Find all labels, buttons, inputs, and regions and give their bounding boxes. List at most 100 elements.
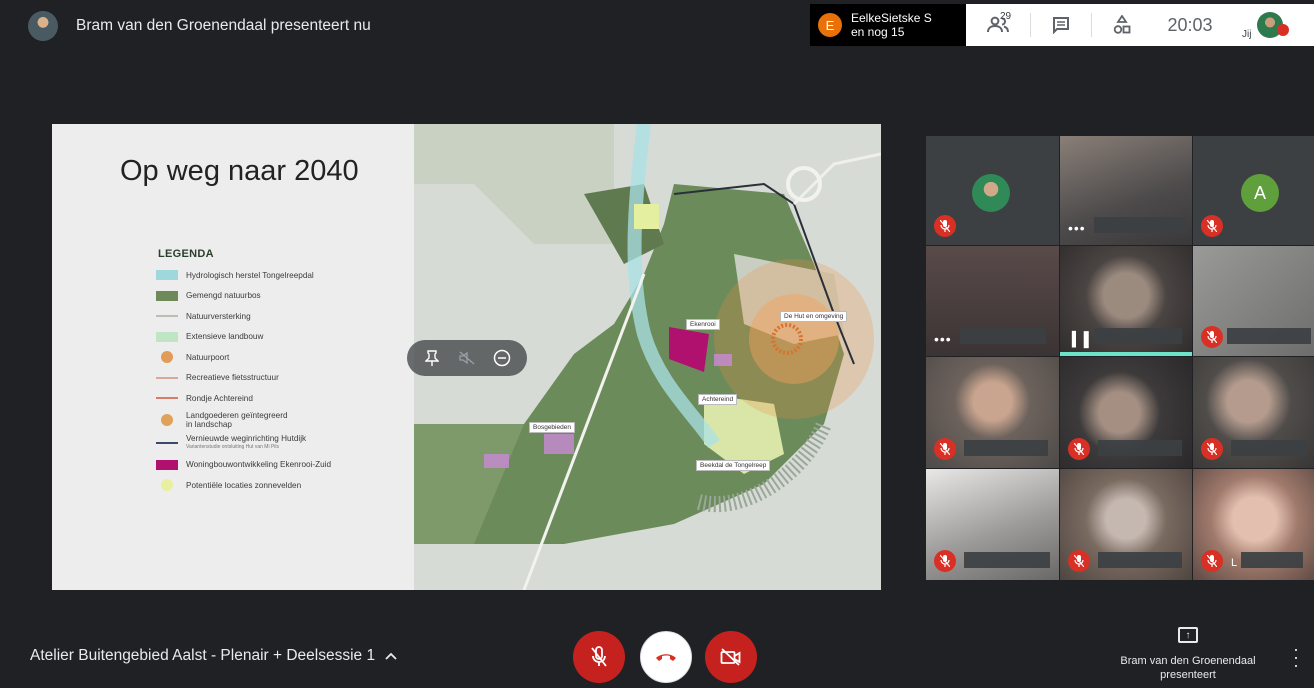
- participant-letter-avatar: A: [1241, 174, 1279, 212]
- participant-tile[interactable]: •••: [1060, 136, 1192, 245]
- notification-avatar: E: [818, 13, 842, 37]
- people-count: 29: [1000, 11, 1012, 22]
- participant-name-redacted: [1231, 440, 1307, 456]
- meeting-title: Atelier Buitengebied Aalst - Plenair + D…: [30, 647, 376, 664]
- self-label: Jij: [1242, 28, 1252, 40]
- legend-swatch: [156, 290, 178, 301]
- self-muted-icon: [1277, 24, 1290, 36]
- notification-line1: EelkeSietske S: [851, 11, 932, 25]
- notification-line2: en nog 15: [851, 25, 905, 39]
- legend-label-text: Extensieve landbouw: [186, 332, 264, 342]
- slide-title: Op weg naar 2040: [120, 155, 359, 187]
- participant-tile[interactable]: [926, 136, 1059, 245]
- map-label-bosgebieden: Bosgebieden: [529, 422, 575, 433]
- participant-name-redacted: [1098, 552, 1182, 568]
- mic-off-icon: [1201, 550, 1223, 572]
- legend-swatch: [161, 351, 173, 364]
- legend-label-text: Landgoederen geïntegreerd in landschap: [186, 411, 288, 429]
- legend-label: Woningbouwontwikkeling Ekenrooi-Zuid: [186, 460, 331, 469]
- mic-off-icon: [591, 646, 607, 667]
- participant-name-redacted: [1227, 328, 1311, 344]
- participant-tile[interactable]: ▍▌: [1060, 246, 1192, 356]
- present-screen-icon[interactable]: ↑: [1178, 627, 1198, 643]
- legend-label: Recreatieve fietsstructuur: [186, 373, 279, 382]
- participant-grid: ••• A ••• ▍▌ L: [926, 136, 1314, 580]
- participant-tile[interactable]: •••: [926, 246, 1059, 356]
- camera-toggle-button[interactable]: [705, 631, 757, 683]
- clock: 20:03: [1152, 4, 1228, 46]
- participant-tile[interactable]: A: [1193, 136, 1314, 245]
- legend-label: Vernieuwde weginrichting Hutdijk Variante…: [186, 434, 306, 452]
- legend-sublabel: Variantenstudie ontsluiting Hut van Mi P…: [186, 444, 280, 450]
- chat-button[interactable]: [1031, 4, 1091, 46]
- legend-label: Potentiële locaties zonnevelden: [186, 481, 301, 490]
- self-avatar-wrap: [1257, 12, 1290, 38]
- speaking-indicator: [1060, 352, 1192, 356]
- map-label-beekdal: Beekdal de Tongelreep: [696, 460, 771, 471]
- participant-name-redacted: [1098, 440, 1182, 456]
- mute-presentation-audio-button[interactable]: [456, 347, 478, 369]
- presenting-label[interactable]: Bram van den Groenendaal presenteert: [1106, 654, 1270, 682]
- legend-label-text: Potentiële locaties zonnevelden: [186, 480, 302, 490]
- participant-tile[interactable]: [1193, 357, 1314, 468]
- legend-swatch: [156, 315, 178, 318]
- speaking-icon: ▍▌: [1072, 331, 1095, 347]
- participant-tile[interactable]: [1060, 469, 1192, 580]
- remove-from-view-button[interactable]: [491, 347, 513, 369]
- legend-item: Extensieve landbouw: [156, 327, 416, 348]
- microphone-toggle-button[interactable]: [573, 631, 625, 683]
- participant-tile[interactable]: [926, 469, 1059, 580]
- mic-off-icon: [1068, 550, 1090, 572]
- legend-label-text: Woningbouwontwikkeling Ekenrooi-Zuid: [186, 460, 332, 470]
- more-dots-icon: •••: [1068, 220, 1086, 236]
- notification-text: EelkeSietske S en nog 15: [851, 11, 932, 39]
- legend-label: Gemengd natuurbos: [186, 291, 261, 300]
- legend-item: Landgoederen geïntegreerd in landschap: [156, 409, 416, 432]
- map-label-ekenrooi: Ekenrooi: [686, 319, 720, 330]
- activities-button[interactable]: [1092, 4, 1152, 46]
- participant-name-redacted: [1094, 328, 1182, 344]
- mic-off-icon: [1201, 438, 1223, 460]
- slide-legend-panel: Op weg naar 2040 LEGENDA Hydrologisch he…: [52, 124, 416, 590]
- legend-item: Rondje Achtereind: [156, 388, 416, 409]
- participant-tile[interactable]: [1060, 357, 1192, 468]
- presenter-header: Bram van den Groenendaal presenteert nu: [28, 8, 371, 44]
- camera-off-icon: [720, 648, 741, 666]
- legend-swatch: [156, 270, 178, 281]
- legend-label: Natuurversterking: [186, 312, 251, 321]
- clock-time: 20:03: [1167, 14, 1213, 35]
- legend-label: Natuurpoort: [186, 353, 229, 362]
- participant-tile[interactable]: [926, 357, 1059, 468]
- pin-button[interactable]: [421, 347, 443, 369]
- leave-call-button[interactable]: [640, 631, 692, 683]
- self-view[interactable]: Jij: [1228, 4, 1314, 46]
- mic-off-icon: [1201, 326, 1223, 348]
- people-button[interactable]: 29: [966, 4, 1030, 46]
- presenter-title: Bram van den Groenendaal presenteert nu: [76, 17, 371, 34]
- more-options-icon[interactable]: · · ·: [1290, 640, 1302, 674]
- participant-tile[interactable]: [1193, 246, 1314, 356]
- participant-name-redacted: [960, 328, 1046, 344]
- legend-label-text: Recreatieve fietsstructuur: [186, 373, 279, 383]
- legend-label: Extensieve landbouw: [186, 332, 263, 341]
- legend-swatch: [156, 442, 178, 444]
- legend-item: Natuurpoort: [156, 347, 416, 368]
- legend-label-text: Vernieuwde weginrichting Hutdijk: [186, 434, 307, 443]
- legend-swatch: [156, 397, 178, 400]
- legend-title: LEGENDA: [158, 248, 214, 260]
- more-dots-icon: •••: [934, 331, 952, 347]
- participant-name: L: [1231, 557, 1238, 569]
- chevron-up-icon: [385, 649, 397, 663]
- participant-tile[interactable]: L: [1193, 469, 1314, 580]
- map-label-hut: De Hut en omgeving: [780, 311, 848, 322]
- mic-off-icon: [1068, 438, 1090, 460]
- legend-label-text: Rondje Achtereind: [186, 393, 253, 403]
- legend-item: Woningbouwontwikkeling Ekenrooi-Zuid: [156, 455, 416, 476]
- participant-name-redacted: [964, 440, 1048, 456]
- legend-swatch: [156, 331, 178, 342]
- activities-icon: [1113, 15, 1131, 34]
- join-notification[interactable]: E EelkeSietske S en nog 15: [810, 4, 966, 46]
- legend-item: Hydrologisch herstel Tongelreepdal: [156, 265, 416, 286]
- meeting-details-button[interactable]: Atelier Buitengebied Aalst - Plenair + D…: [30, 647, 397, 665]
- legend-label: Rondje Achtereind: [186, 394, 253, 403]
